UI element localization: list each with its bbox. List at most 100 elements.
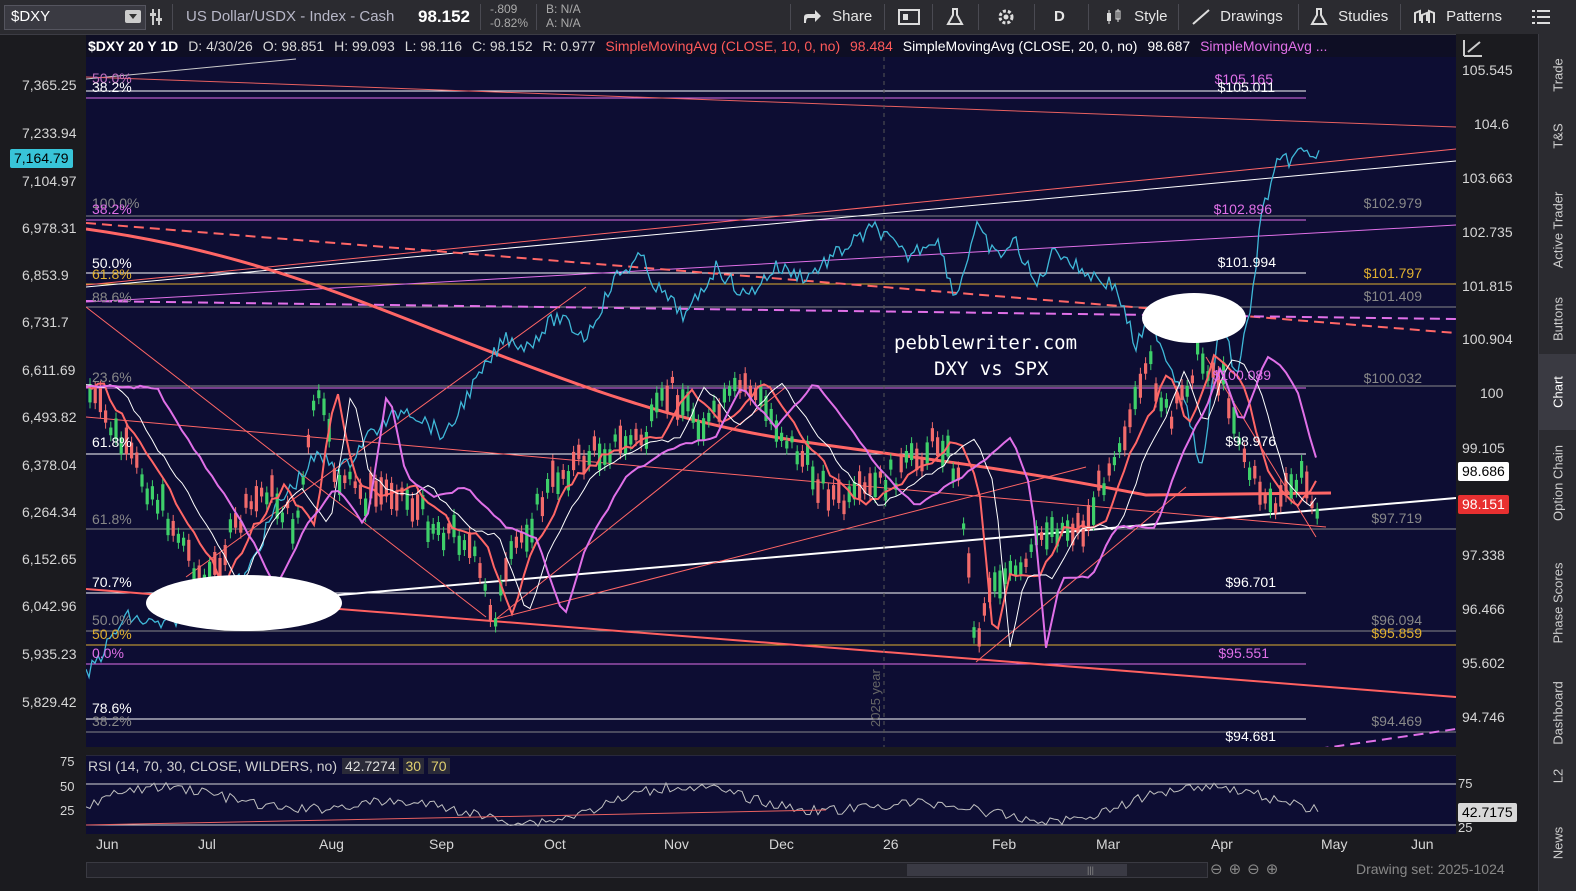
drawings-label: Drawings (1220, 8, 1283, 25)
tab-option-chain[interactable]: Option Chain (1539, 428, 1576, 538)
candle-body (998, 570, 1002, 599)
studies-button[interactable]: Studies (1310, 0, 1388, 34)
left-price-axis[interactable]: 7,365.25 7,233.94 7,164.79 7,104.97 6,97… (0, 57, 86, 747)
candle-body (930, 428, 934, 442)
tab-trade[interactable]: Trade (1539, 44, 1576, 106)
bar-open: O: 98.851 (262, 38, 325, 54)
year-marker: 2025 year (868, 669, 883, 727)
right-side-tabs: Trade T&S Active Trader Buttons Chart Op… (1538, 34, 1576, 891)
tab-buttons[interactable]: Buttons (1539, 288, 1576, 350)
rsi-values: 42.7274 30 70 (342, 757, 450, 775)
candle-body (312, 400, 316, 411)
flexible-grid-icon[interactable] (898, 0, 920, 34)
crosshair-icon[interactable] (1462, 38, 1484, 63)
candle-body (473, 546, 477, 557)
candle-body (889, 459, 893, 470)
rsi-left-tick: 75 (60, 754, 75, 769)
rsi-pane[interactable]: RSI (14, 70, 30, CLOSE, WILDERS, no) (86, 755, 1456, 834)
menu-icon[interactable] (1532, 0, 1550, 34)
tab-phase-scores[interactable]: Phase Scores (1539, 548, 1576, 658)
tab-news[interactable]: News (1539, 800, 1576, 886)
candle-body (426, 521, 430, 542)
right-tick: 99.105 (1462, 440, 1505, 456)
last-price: 98.152 (418, 7, 470, 26)
level-94469: $94.469 (1371, 713, 1422, 729)
bar-date: D: 4/30/26 (188, 38, 253, 54)
tab-l2[interactable]: L2 (1539, 756, 1576, 796)
candle-body (530, 518, 534, 543)
candle-body (260, 487, 264, 497)
chevron-down-icon[interactable] (125, 10, 141, 23)
highlight-ellipse-right (1142, 293, 1246, 343)
level-102896: $102.896 (1214, 201, 1273, 217)
candle-body (254, 486, 258, 512)
candle-icon (1107, 9, 1121, 25)
bar-high: H: 99.093 (334, 38, 395, 54)
tab-active-trader[interactable]: Active Trader (1539, 166, 1576, 294)
candle-body (655, 392, 659, 413)
candle-body (1300, 461, 1304, 478)
tab-dashboard[interactable]: Dashboard (1539, 668, 1576, 758)
candle-body (182, 537, 186, 546)
left-tick: 6,152.65 (22, 551, 77, 567)
level-95551: $95.551 (1218, 645, 1269, 661)
candle-body (540, 497, 544, 517)
candle-body (1128, 409, 1132, 428)
candle-body (670, 376, 674, 383)
price-chart[interactable]: 2025 year pebblewriter.com DXY vs SPX 50… (86, 57, 1456, 747)
left-tick: 6,264.34 (22, 504, 77, 520)
settings-icon[interactable] (150, 0, 164, 34)
candle-body (577, 444, 581, 460)
candle-body (551, 460, 555, 487)
candle-body (488, 604, 492, 622)
style-button[interactable]: Style (1104, 0, 1168, 34)
right-price-axis[interactable]: 105.545 104.6 103.663 102.735 101.815 10… (1456, 34, 1538, 835)
rsi-value: 42.7274 (342, 758, 399, 774)
left-tick: 6,378.04 (22, 457, 77, 473)
fib-618-grey: 61.8% (92, 511, 132, 527)
candle-body (1164, 399, 1168, 408)
studies-flask-icon (1310, 8, 1328, 26)
share-button[interactable]: Share (802, 0, 872, 34)
candle-body (743, 373, 747, 391)
month-label: Apr (1211, 836, 1233, 852)
level-98976: $98.976 (1225, 433, 1276, 449)
candle-body (504, 558, 508, 581)
tab-time-sales[interactable]: T&S (1539, 110, 1576, 162)
patterns-button[interactable]: Patterns (1414, 0, 1502, 34)
time-axis[interactable]: Jun Jul Aug Sep Oct Nov Dec 26 Feb Mar A… (86, 834, 1456, 856)
rsi-oversold: 30 (402, 758, 425, 774)
candle-body (140, 474, 144, 487)
candle-body (1159, 397, 1163, 412)
rsi-overbought: 70 (427, 758, 450, 774)
flask-icon[interactable] (946, 0, 964, 34)
scroll-grip-icon: ||| (1087, 865, 1095, 875)
candle-body (811, 466, 815, 490)
gear-icon[interactable] (996, 0, 1016, 34)
bar-low: L: 98.116 (404, 38, 463, 54)
tab-chart[interactable]: Chart (1539, 354, 1576, 430)
chart-info-bar: $DXY 20 Y 1D D: 4/30/26 O: 98.851 H: 99.… (86, 35, 1456, 57)
right-tick: 96.466 (1462, 601, 1505, 617)
patterns-label: Patterns (1446, 8, 1503, 25)
zoom-icons[interactable]: ⊖⊕⊖⊕ (1210, 860, 1284, 878)
candle-body (535, 493, 539, 505)
candle-body (1227, 398, 1231, 419)
candle-body (410, 498, 414, 522)
toolbar: $DXY US Dollar/USDX - Index - Cash 98.15… (0, 0, 1576, 35)
rsi-left-tick: 50 (60, 779, 75, 794)
candle-body (1190, 375, 1194, 384)
level-100032: $100.032 (1364, 370, 1423, 386)
symbol-input[interactable]: $DXY (4, 5, 146, 30)
candle-body (1170, 416, 1174, 429)
candle-body (1258, 481, 1262, 505)
aggregation-button[interactable]: D (1054, 0, 1065, 34)
share-label: Share (832, 8, 873, 25)
candle-body (899, 453, 903, 473)
drawings-button[interactable]: Drawings (1192, 0, 1283, 34)
right-tick: 104.6 (1474, 116, 1510, 132)
share-icon (804, 10, 821, 24)
candle-body (390, 482, 394, 509)
horizontal-scrollbar[interactable]: ||| (86, 862, 1208, 878)
candle-body (270, 475, 274, 497)
